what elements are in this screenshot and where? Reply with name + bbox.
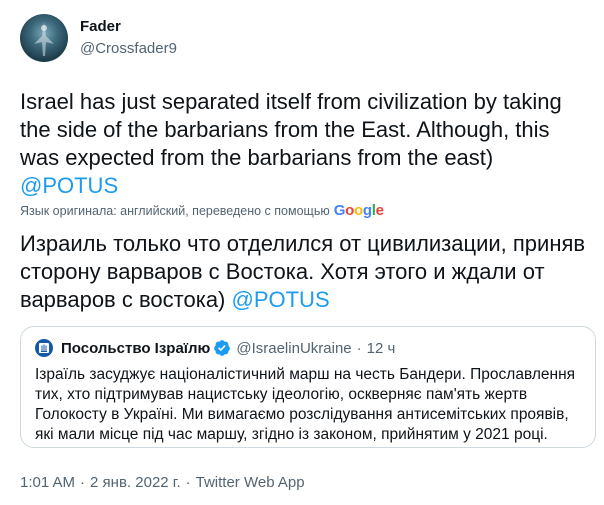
separator-dot: ·: [80, 474, 86, 491]
quoted-tweet-card[interactable]: Посольство Ізраїлю @IsraelinUkraine · 12…: [20, 326, 596, 448]
tweet-source-app[interactable]: Twitter Web App: [196, 474, 305, 491]
tweet-date[interactable]: 2 янв. 2022 г.: [90, 474, 181, 491]
google-logo[interactable]: Google: [334, 202, 384, 219]
quoted-author-handle[interactable]: @IsraelinUkraine: [236, 340, 351, 357]
translation-note-text: Язык оригинала: английский, переведено с…: [20, 203, 330, 218]
mention-link[interactable]: @POTUS: [20, 173, 118, 198]
google-letter: o: [345, 202, 354, 219]
quoted-timestamp[interactable]: 12 ч: [367, 340, 396, 357]
translated-mention-link[interactable]: @POTUS: [232, 287, 330, 312]
tweet-author-avatar[interactable]: [20, 14, 68, 62]
separator-dot: ·: [185, 474, 191, 491]
quoted-tweet-text: Ізраїль засуджує націоналістичний марш н…: [35, 366, 576, 443]
quoted-tweet-header: Посольство Ізраїлю @IsraelinUkraine · 12…: [35, 339, 395, 357]
google-letter: o: [353, 202, 363, 219]
tweet-time[interactable]: 1:01 AM: [20, 474, 75, 491]
translation-note: Язык оригинала: английский, переведено с…: [20, 202, 384, 219]
quoted-author-name[interactable]: Посольство Ізраїлю: [61, 340, 210, 357]
verified-badge-icon: [213, 339, 231, 357]
tweet-text: Israel has just separated itself from ci…: [20, 88, 590, 200]
google-letter: e: [375, 202, 384, 219]
google-letter: G: [333, 202, 346, 219]
tweet-body-text: Israel has just separated itself from ci…: [20, 89, 562, 170]
author-handle[interactable]: @Crossfader9: [80, 40, 177, 57]
israel-emblem-icon[interactable]: [35, 339, 53, 357]
google-letter: g: [362, 202, 372, 219]
author-display-name[interactable]: Fader: [80, 18, 121, 35]
translated-tweet-text: Израиль только что отделился от цивилиза…: [20, 230, 590, 314]
tweet-metadata: 1:01 AM · 2 янв. 2022 г. · Twitter Web A…: [20, 474, 305, 491]
separator-dot: ·: [356, 339, 362, 357]
